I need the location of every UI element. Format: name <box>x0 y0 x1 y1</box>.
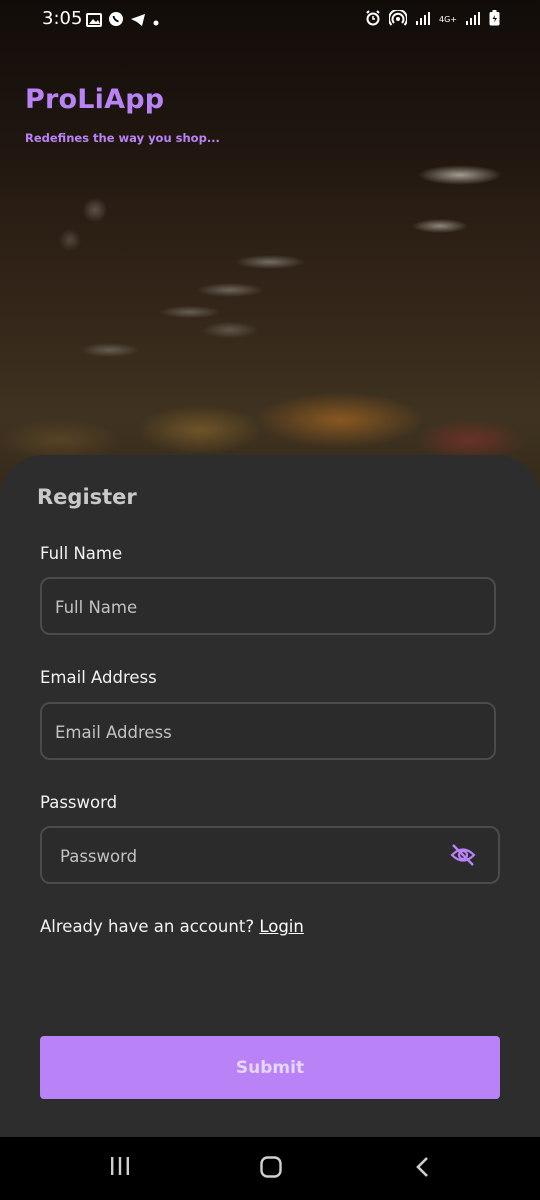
home-icon[interactable] <box>259 1155 283 1183</box>
image-icon <box>86 12 102 31</box>
app-tagline: Redefines the way you shop... <box>25 131 220 145</box>
register-title: Register <box>37 485 137 509</box>
register-screen: 3:05 4G+ ProLiApp Redefines the way you … <box>0 0 540 1200</box>
status-time: 3:05 <box>42 8 83 29</box>
email-input[interactable] <box>53 704 437 760</box>
market-background-image <box>0 0 540 520</box>
signal-icon <box>415 11 431 28</box>
system-nav-bar <box>0 1137 540 1200</box>
alarm-icon <box>365 10 381 29</box>
login-link[interactable]: Login <box>259 917 304 936</box>
full-name-field[interactable] <box>40 577 496 635</box>
whatsapp-icon <box>108 11 124 31</box>
battery-icon <box>489 10 500 29</box>
status-bar: 3:05 4G+ <box>0 0 540 40</box>
password-field[interactable] <box>40 826 500 884</box>
register-card: Register Full Name Email Address Passwor… <box>0 455 540 1137</box>
signal-icon-2 <box>465 11 481 28</box>
email-label: Email Address <box>40 668 157 687</box>
dot-icon <box>152 12 160 31</box>
full-name-input[interactable] <box>53 579 437 635</box>
full-name-label: Full Name <box>40 544 123 563</box>
password-label: Password <box>40 793 118 812</box>
submit-button[interactable]: Submit <box>40 1036 500 1099</box>
recent-apps-icon[interactable] <box>109 1155 131 1181</box>
account-prompt-row: Already have an account? Login <box>40 917 304 936</box>
hotspot-icon <box>388 8 408 29</box>
telegram-icon <box>130 12 146 31</box>
back-icon[interactable] <box>412 1155 434 1183</box>
network-4g-icon: 4G+ <box>439 14 457 24</box>
email-field[interactable] <box>40 702 496 760</box>
password-input[interactable] <box>58 828 442 884</box>
account-prompt: Already have an account? <box>40 917 255 936</box>
app-title: ProLiApp <box>25 84 165 115</box>
eye-off-icon[interactable] <box>450 843 476 871</box>
